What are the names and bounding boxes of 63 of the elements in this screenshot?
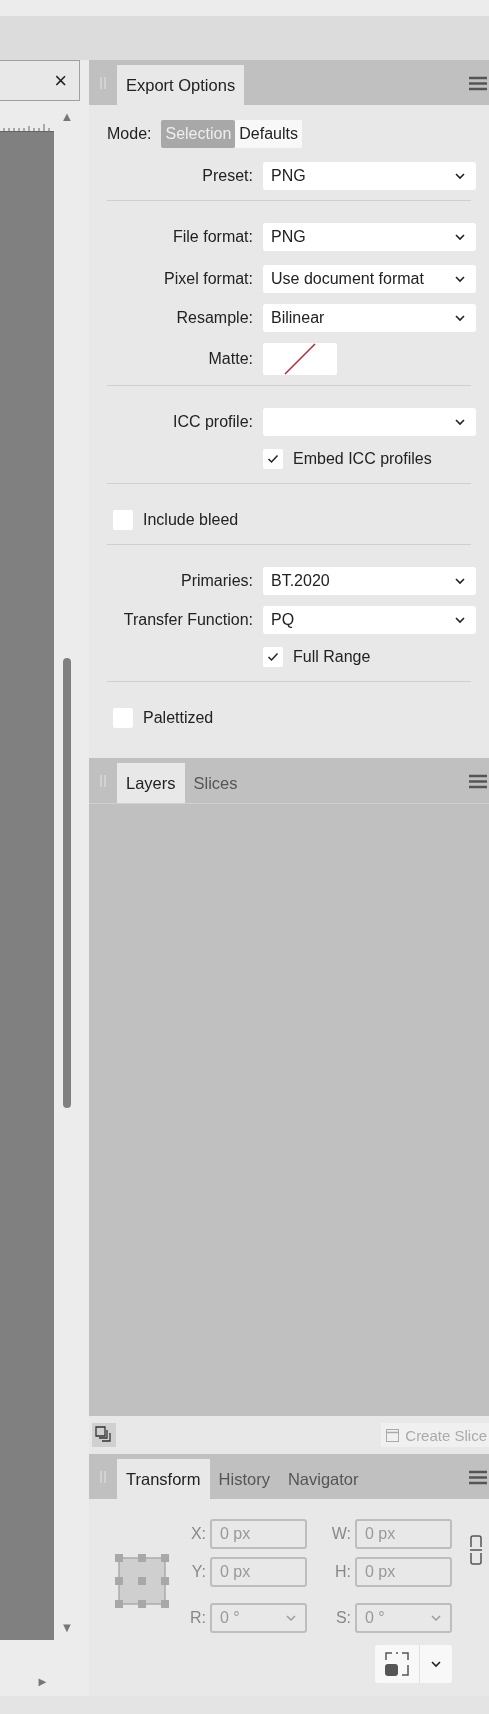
dropdown[interactable]: Bilinear [263, 304, 476, 332]
caret-icon [285, 1614, 297, 1622]
ruler [0, 124, 54, 132]
dropdown[interactable]: PNG [263, 162, 476, 190]
field-label: H: [334, 1563, 351, 1581]
panel-tab[interactable]: Export Options [117, 65, 245, 105]
selection-box-icon [385, 1652, 409, 1676]
caret-icon [454, 275, 466, 283]
caret-icon [430, 1660, 442, 1668]
menu-icon[interactable] [469, 1470, 487, 1485]
dropdown[interactable]: PNG [263, 223, 476, 251]
panel-tab[interactable]: Navigator [278, 1459, 368, 1499]
field-label: Pixel format: [163, 270, 253, 288]
field-label: X: [189, 1525, 206, 1543]
field-label: R: [189, 1609, 206, 1627]
field-label: Matte: [207, 350, 253, 368]
close-button[interactable]: × [54, 67, 79, 94]
window-icon [386, 1428, 400, 1442]
checkbox-label: Palettized [143, 709, 214, 727]
scroll-right-button[interactable]: ► [36, 1674, 49, 1690]
document-tab[interactable]: × [0, 60, 80, 101]
caret-icon [454, 172, 466, 180]
field-label: Resample: [175, 309, 253, 327]
field-label: Preset: [201, 167, 253, 185]
field-label: Primaries: [180, 572, 253, 590]
caret-icon [454, 577, 466, 585]
panel-tab[interactable]: Layers [117, 763, 185, 803]
color-swatch[interactable] [263, 343, 337, 375]
checkbox[interactable] [263, 449, 283, 469]
scroll-down-button[interactable]: ▼ [60, 1620, 74, 1636]
scroll-up-button[interactable]: ▲ [60, 109, 74, 125]
checkbox-label: Include bleed [143, 511, 239, 529]
dropdown[interactable]: PQ [263, 606, 476, 634]
layers-stack-icon[interactable] [92, 1423, 116, 1447]
field-label: ICC profile: [171, 413, 253, 431]
scrollbar-thumb[interactable] [63, 658, 71, 1108]
caret-icon [454, 418, 466, 426]
field-label: W: [330, 1525, 351, 1543]
panel-tab[interactable]: Slices [184, 763, 247, 803]
caret-icon [454, 314, 466, 322]
panel-tab[interactable]: Transform [117, 1459, 210, 1499]
panel-tab[interactable]: History [209, 1459, 279, 1499]
menu-icon[interactable] [469, 76, 487, 91]
mode-option[interactable]: Defaults [235, 120, 302, 148]
anchor-grid-icon[interactable] [115, 1554, 169, 1608]
checkbox[interactable] [263, 647, 283, 667]
field-label: Y: [190, 1563, 206, 1581]
dropdown[interactable]: BT.2020 [263, 567, 476, 595]
field-label: S: [334, 1609, 351, 1627]
checkbox-label: Full Range [293, 648, 371, 666]
transform-origin-button[interactable] [375, 1645, 452, 1683]
checkbox-label: Embed ICC profiles [293, 450, 432, 468]
field-label: File format: [172, 228, 253, 246]
mode-label: Mode: [107, 125, 152, 143]
caret-icon [430, 1614, 442, 1622]
field-label: Transfer Function: [122, 611, 253, 629]
dropdown[interactable]: Use document format [263, 265, 476, 293]
checkmark-icon [267, 652, 279, 662]
checkmark-icon [267, 454, 279, 464]
menu-icon[interactable] [469, 774, 487, 789]
link-icon[interactable] [470, 1535, 482, 1565]
caret-icon [454, 616, 466, 624]
caret-icon [454, 233, 466, 241]
